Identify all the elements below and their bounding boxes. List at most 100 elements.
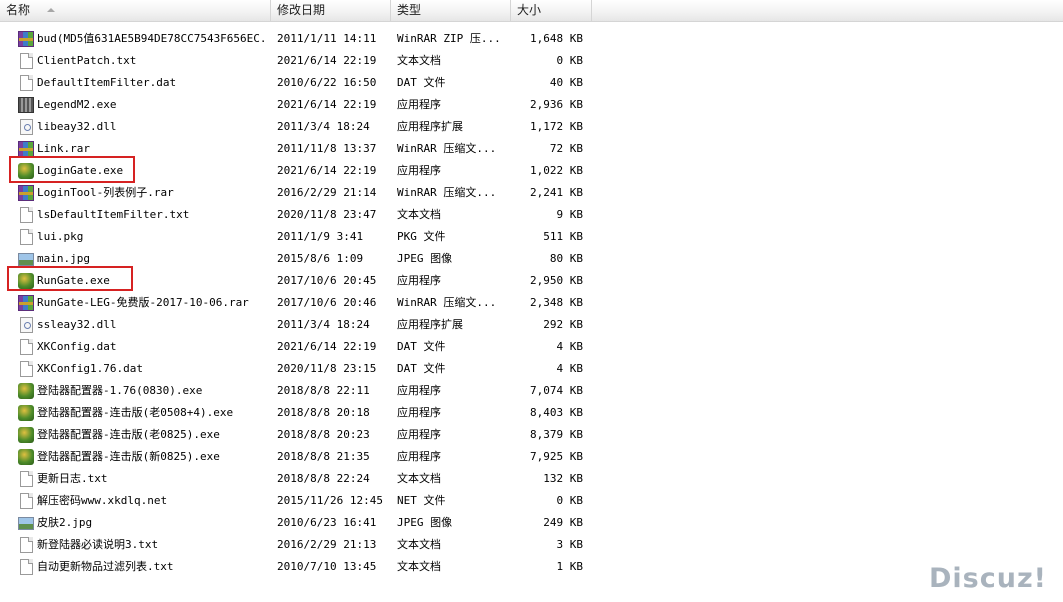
- column-header-bar: 名称 修改日期 类型 大小: [0, 0, 1063, 22]
- file-size: 4 KB: [556, 362, 584, 375]
- file-icon: [20, 361, 33, 377]
- file-size: 0 KB: [556, 494, 584, 507]
- file-size: 1,022 KB: [530, 164, 583, 177]
- file-row[interactable]: 更新日志.txt 2018/8/8 22:24 文本文档 132 KB: [0, 468, 600, 490]
- file-icon: [20, 559, 33, 575]
- legend-app-icon: [18, 97, 34, 113]
- file-type: 应用程序: [397, 406, 441, 419]
- file-date: 2010/6/22 16:50: [277, 76, 377, 89]
- file-row[interactable]: LegendM2.exe 2021/6/14 22:19 应用程序 2,936 KB: [0, 94, 600, 116]
- file-type: 文本文档: [397, 560, 441, 573]
- file-date: 2018/8/8 20:18: [277, 406, 370, 419]
- file-name: LegendM2.exe: [37, 98, 117, 111]
- file-size: 2,348 KB: [530, 296, 583, 309]
- file-name: 解压密码www.xkdlq.net: [37, 494, 168, 507]
- file-row[interactable]: lui.pkg 2011/1/9 3:41 PKG 文件 511 KB: [0, 226, 600, 248]
- file-name: bud(MD5值631AE5B94DE78CC7543F656EC...: [37, 32, 269, 45]
- file-size: 80 KB: [549, 252, 583, 265]
- file-type: 应用程序: [397, 98, 441, 111]
- file-row[interactable]: bud(MD5值631AE5B94DE78CC7543F656EC... 2011…: [0, 28, 600, 50]
- file-name: 登陆器配置器-1.76(0830).exe: [37, 384, 203, 397]
- file-name: ClientPatch.txt: [37, 54, 137, 67]
- file-row[interactable]: 新登陆器必读说明3.txt 2016/2/29 21:13 文本文档 3 KB: [0, 534, 600, 556]
- file-date: 2017/10/6 20:45: [277, 274, 377, 287]
- file-name: XKConfig.dat: [37, 340, 117, 353]
- file-type: 应用程序扩展: [397, 318, 463, 331]
- file-row[interactable]: 登陆器配置器-连击版(老0825).exe 2018/8/8 20:23 应用程序 8…: [0, 424, 600, 446]
- file-icon: [20, 471, 33, 487]
- file-type: DAT 文件: [397, 340, 446, 353]
- file-size: 292 KB: [543, 318, 583, 331]
- file-name: LoginTool-列表例子.rar: [37, 186, 174, 199]
- file-date: 2011/1/11 14:11: [277, 32, 377, 45]
- image-file-icon: [18, 517, 34, 530]
- file-row[interactable]: 登陆器配置器-连击版(新0825).exe 2018/8/8 21:35 应用程序 7…: [0, 446, 600, 468]
- file-size: 7,074 KB: [530, 384, 583, 397]
- file-row[interactable]: 皮肤2.jpg 2010/6/23 16:41 JPEG 图像 249 KB: [0, 512, 600, 534]
- file-type: WinRAR ZIP 压...: [397, 32, 501, 45]
- file-date: 2015/11/26 12:45: [277, 494, 383, 507]
- file-date: 2015/8/6 1:09: [277, 252, 364, 265]
- dll-extension-icon: [20, 317, 33, 333]
- column-header-date-label: 修改日期: [277, 3, 326, 17]
- file-date: 2018/8/8 21:35: [277, 450, 370, 463]
- file-size: 8,379 KB: [530, 428, 583, 441]
- file-row[interactable]: DefaultItemFilter.dat 2010/6/22 16:50 DAT …: [0, 72, 600, 94]
- file-type: WinRAR 压缩文...: [397, 296, 497, 309]
- application-icon: [18, 449, 34, 465]
- application-icon: [18, 405, 34, 421]
- file-date: 2020/11/8 23:15: [277, 362, 377, 375]
- file-date: 2011/3/4 18:24: [277, 318, 370, 331]
- column-header-size[interactable]: 大小: [511, 0, 592, 21]
- file-type: 应用程序: [397, 274, 441, 287]
- file-date: 2010/6/23 16:41: [277, 516, 377, 529]
- file-date: 2018/8/8 20:23: [277, 428, 370, 441]
- file-row[interactable]: ClientPatch.txt 2021/6/14 22:19 文本文档 0 KB: [0, 50, 600, 72]
- file-size: 2,241 KB: [530, 186, 583, 199]
- column-header-date[interactable]: 修改日期: [271, 0, 391, 21]
- winrar-archive-icon: [18, 185, 34, 201]
- file-type: 文本文档: [397, 208, 441, 221]
- file-row[interactable]: 登陆器配置器-连击版(老0508+4).exe 2018/8/8 20:18 应用程…: [0, 402, 600, 424]
- file-name: 皮肤2.jpg: [37, 516, 93, 529]
- file-type: 应用程序: [397, 384, 441, 397]
- file-type: 应用程序: [397, 164, 441, 177]
- file-date: 2016/2/29 21:14: [277, 186, 377, 199]
- file-row[interactable]: XKConfig.dat 2021/6/14 22:19 DAT 文件 4 KB: [0, 336, 600, 358]
- application-icon: [18, 383, 34, 399]
- file-date: 2017/10/6 20:46: [277, 296, 377, 309]
- file-date: 2010/7/10 13:45: [277, 560, 377, 573]
- file-type: PKG 文件: [397, 230, 446, 243]
- file-row[interactable]: RunGate-LEG-免费版-2017-10-06.rar 2017/10/6 …: [0, 292, 600, 314]
- column-header-name[interactable]: 名称: [0, 0, 271, 21]
- file-name: XKConfig1.76.dat: [37, 362, 143, 375]
- file-row[interactable]: XKConfig1.76.dat 2020/11/8 23:15 DAT 文件 4 K…: [0, 358, 600, 380]
- file-date: 2011/1/9 3:41: [277, 230, 364, 243]
- file-icon: [20, 537, 33, 553]
- file-row[interactable]: lsDefaultItemFilter.txt 2020/11/8 23:47 文本…: [0, 204, 600, 226]
- column-header-size-label: 大小: [517, 3, 542, 17]
- file-type: 文本文档: [397, 472, 441, 485]
- file-type: 文本文档: [397, 538, 441, 551]
- file-icon: [20, 53, 33, 69]
- file-row[interactable]: libeay32.dll 2011/3/4 18:24 应用程序扩展 1,172 KB: [0, 116, 600, 138]
- highlight-box-logingate: [9, 156, 135, 183]
- file-row[interactable]: 登陆器配置器-1.76(0830).exe 2018/8/8 22:11 应用程序 7…: [0, 380, 600, 402]
- file-row[interactable]: 解压密码www.xkdlq.net 2015/11/26 12:45 NET 文件 0…: [0, 490, 600, 512]
- file-row[interactable]: LoginTool-列表例子.rar 2016/2/29 21:14 WinRAR …: [0, 182, 600, 204]
- file-row[interactable]: ssleay32.dll 2011/3/4 18:24 应用程序扩展 292 KB: [0, 314, 600, 336]
- file-icon: [20, 339, 33, 355]
- file-row[interactable]: 自动更新物品过滤列表.txt 2010/7/10 13:45 文本文档 1 KB: [0, 556, 600, 578]
- file-size: 4 KB: [556, 340, 584, 353]
- file-date: 2021/6/14 22:19: [277, 340, 377, 353]
- file-type: WinRAR 压缩文...: [397, 142, 497, 155]
- file-icon: [20, 229, 33, 245]
- file-date: 2011/11/8 13:37: [277, 142, 377, 155]
- file-name: RunGate-LEG-免费版-2017-10-06.rar: [37, 296, 249, 309]
- column-header-type[interactable]: 类型: [391, 0, 511, 21]
- file-type: NET 文件: [397, 494, 446, 507]
- file-icon: [20, 207, 33, 223]
- file-date: 2016/2/29 21:13: [277, 538, 377, 551]
- file-name: 新登陆器必读说明3.txt: [37, 538, 159, 551]
- file-date: 2021/6/14 22:19: [277, 54, 377, 67]
